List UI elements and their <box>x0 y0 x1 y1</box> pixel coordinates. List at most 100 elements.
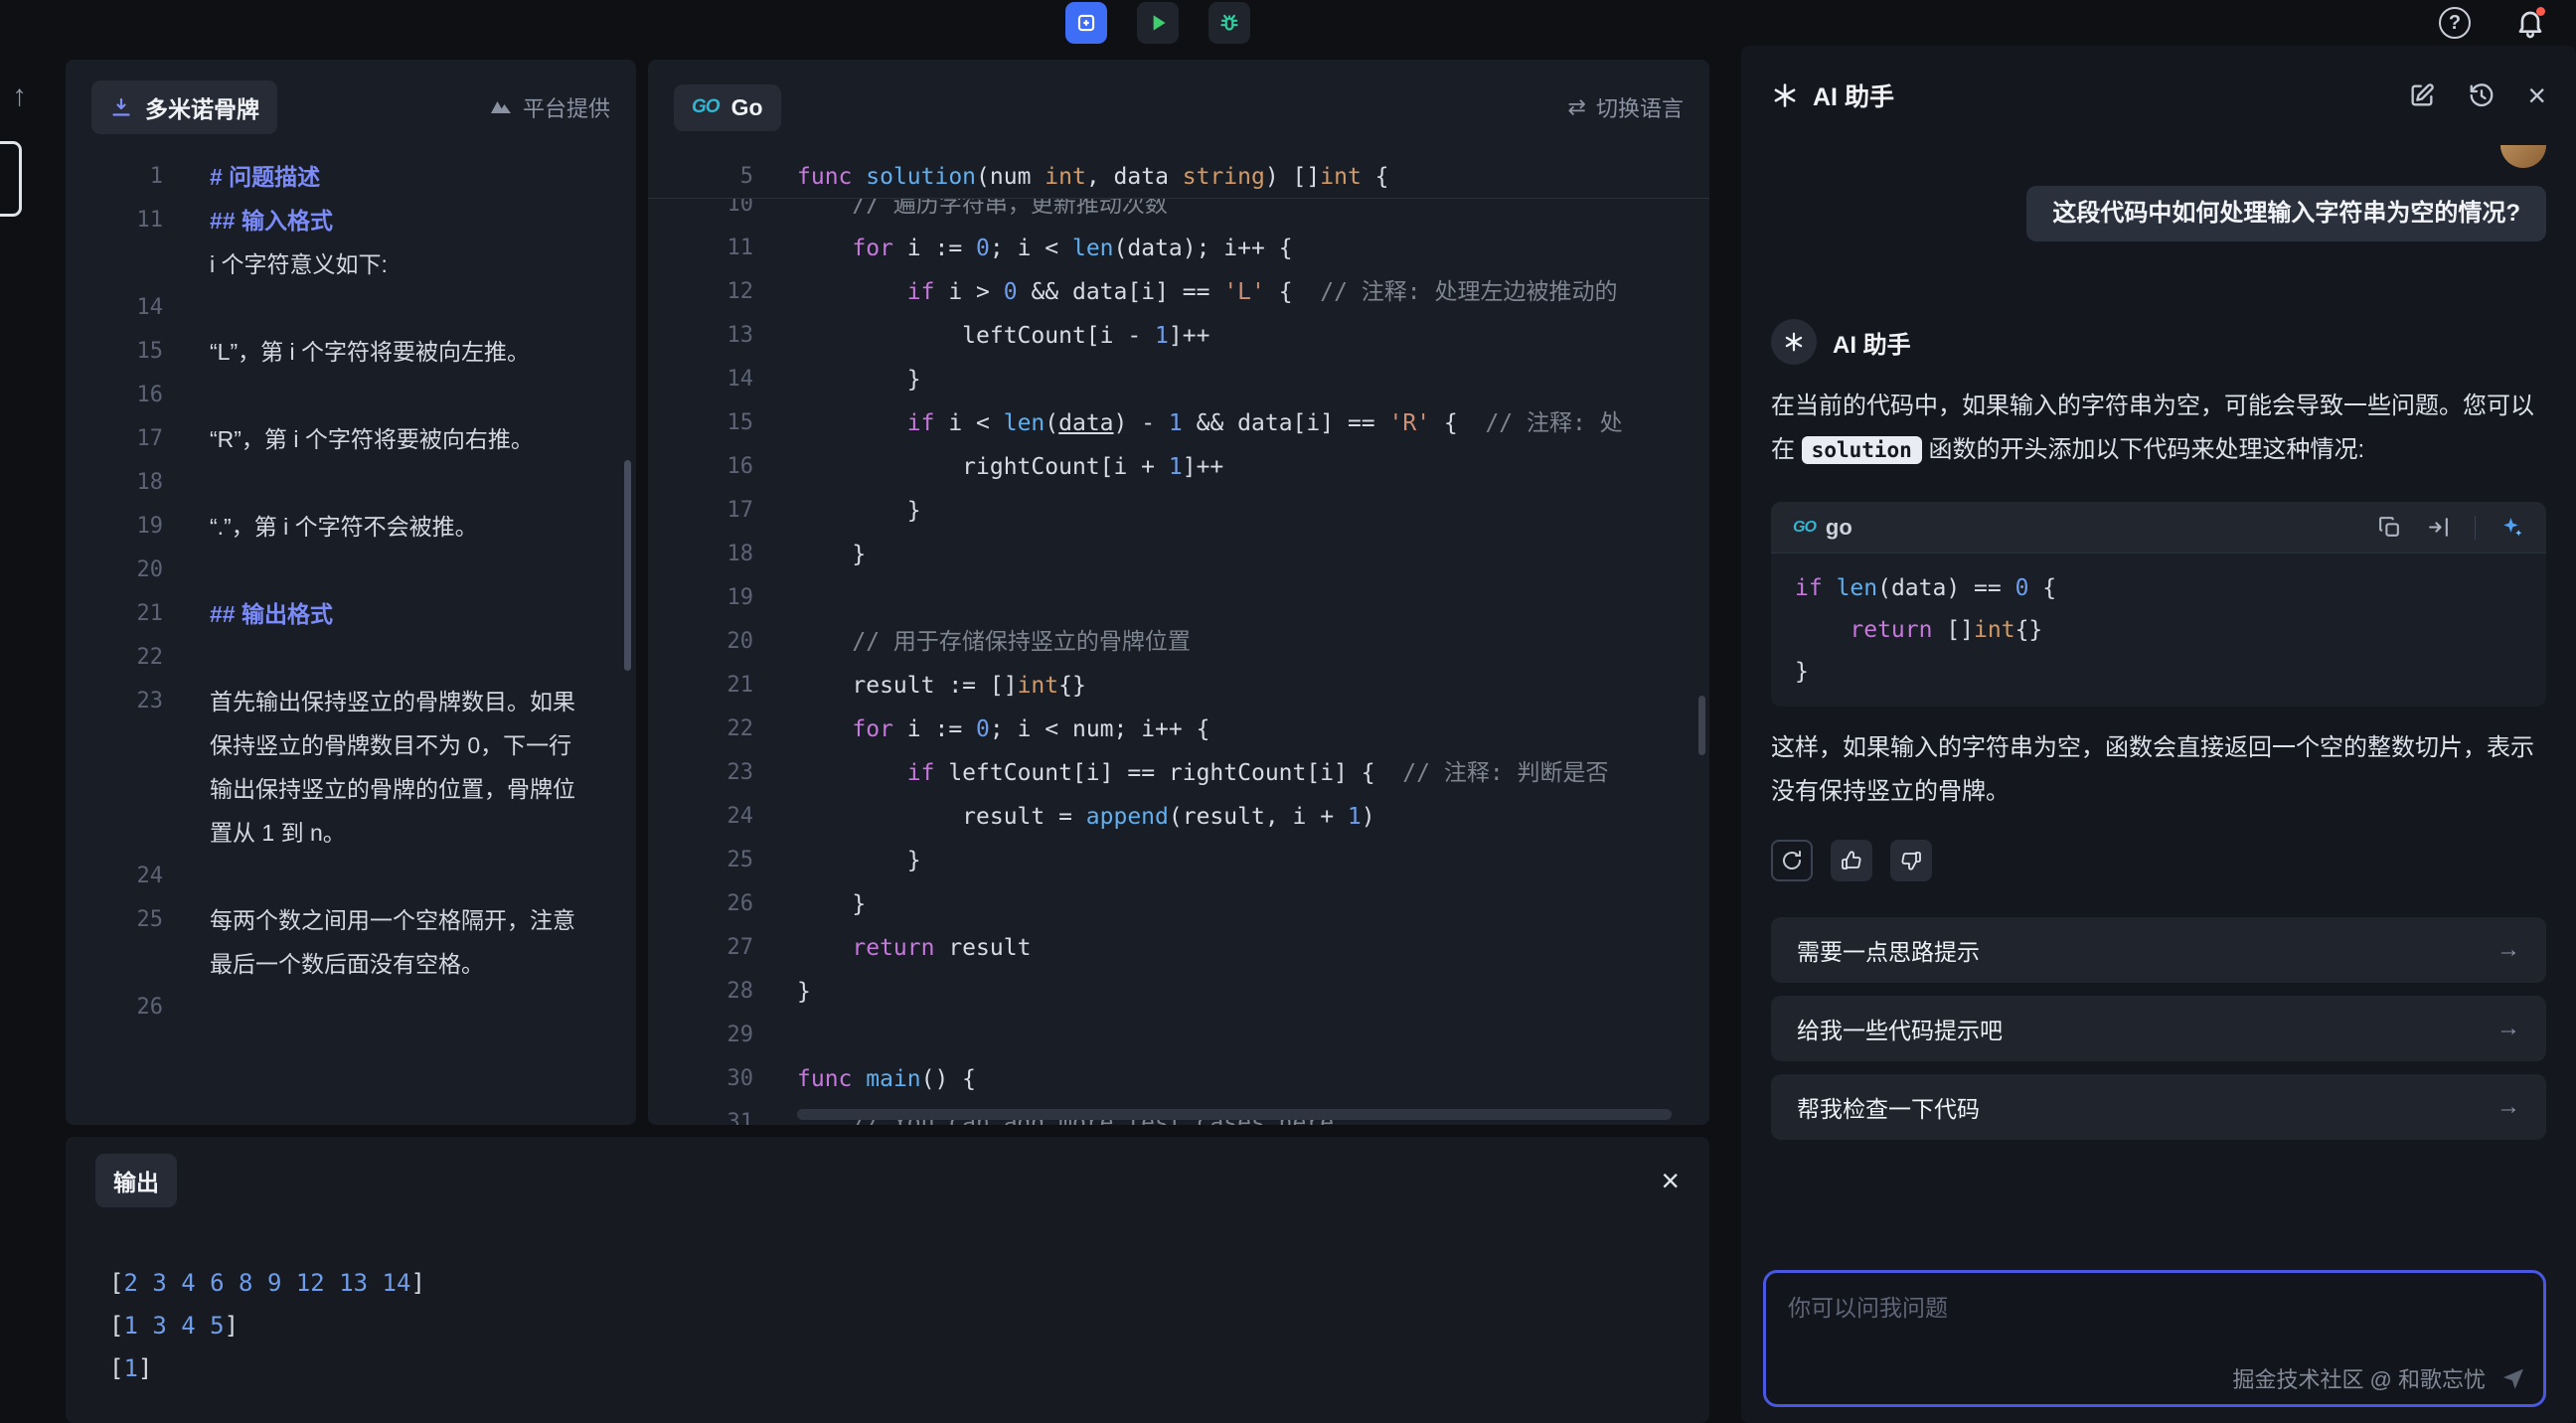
line-number: 26 <box>648 882 753 926</box>
code-token: ( <box>1045 410 1058 436</box>
notifications-icon[interactable] <box>2514 7 2546 39</box>
code-token: i := <box>893 716 976 742</box>
download-icon <box>109 95 133 119</box>
close-ai-icon[interactable]: × <box>2527 79 2546 111</box>
code-line: 11 for i := 0; i < len(data); i++ { <box>648 227 1709 270</box>
line-number: 29 <box>648 1014 753 1057</box>
line-number: 16 <box>66 374 163 417</box>
code-token: (data) == <box>1877 575 2014 601</box>
code-text: if leftCount[i] == rightCount[i] { // 注释… <box>797 751 1609 795</box>
code-token: // 注释: 处 <box>1485 410 1622 436</box>
suggestion-card[interactable]: 给我一些代码提示吧→ <box>1771 996 2546 1061</box>
insert-block-button[interactable] <box>1065 2 1107 44</box>
problem-scrollbar[interactable] <box>624 460 631 671</box>
code-token: int <box>1045 164 1086 190</box>
code-token: ) - <box>1114 410 1169 436</box>
code-token: leftCount[i] == rightCount[i] { <box>934 760 1402 786</box>
line-number: 5 <box>648 155 753 198</box>
suggestion-label: 需要一点思路提示 <box>1797 933 1980 967</box>
code-token: } <box>797 979 811 1005</box>
problem-header: 多米诺骨牌 平台提供 <box>66 60 636 155</box>
code-token: && data[i] == <box>1018 279 1224 305</box>
editor-vertical-scrollbar[interactable] <box>1698 696 1705 755</box>
ai-logo-icon <box>1771 81 1799 109</box>
switch-language-button[interactable]: ⇄ 切换语言 <box>1568 91 1684 123</box>
problem-text: “L”，第 i 个字符将要被向左推。 <box>210 330 579 374</box>
ai-input-box[interactable]: 掘金技术社区 @ 和歌忘忧 <box>1763 1270 2546 1407</box>
thumbs-down-button[interactable] <box>1890 840 1932 881</box>
code-token: [ <box>109 1312 123 1340</box>
code-token: for <box>852 236 893 261</box>
input-footer: 掘金技术社区 @ 和歌忘忧 <box>2232 1362 2527 1394</box>
code-token: ) [] <box>1265 164 1320 190</box>
problem-line: 22 <box>66 636 636 680</box>
code-token: i < <box>934 410 1003 436</box>
problem-text: 每两个数之间用一个空格隔开，注意最后一个数后面没有空格。 <box>210 898 579 986</box>
thumbs-up-button[interactable] <box>1831 840 1872 881</box>
regenerate-button[interactable] <box>1771 840 1813 881</box>
editor-horizontal-scrollbar[interactable] <box>797 1109 1672 1120</box>
problem-text <box>210 374 579 417</box>
line-number: 26 <box>66 986 163 1029</box>
problem-line: 23首先输出保持竖立的骨牌数目。如果保持竖立的骨牌数目不为 0，下一行输出保持竖… <box>66 680 636 855</box>
code-line: 27 return result <box>648 926 1709 970</box>
code-token: 1 <box>1348 804 1362 830</box>
code-text: } <box>797 839 921 882</box>
code-token: rightCount[i + <box>797 454 1169 480</box>
code-text: } <box>797 489 921 533</box>
help-icon[interactable]: ? <box>2439 7 2471 39</box>
message-actions <box>1771 840 2546 881</box>
problem-line: 1# 问题描述 <box>66 155 636 199</box>
send-icon[interactable] <box>2499 1364 2527 1392</box>
output-line: [2 3 4 6 8 9 12 13 14] <box>109 1262 1709 1305</box>
close-output-icon[interactable]: × <box>1661 1165 1680 1196</box>
scroll-up-icon[interactable]: ↑ <box>12 79 27 113</box>
code-token: } <box>797 367 921 393</box>
new-chat-icon[interactable] <box>2408 81 2436 109</box>
code-line: 12 if i > 0 && data[i] == 'L' { // 注释: 处… <box>648 270 1709 314</box>
output-line: [1] <box>109 1347 1709 1390</box>
assistant-name: AI 助手 <box>1833 325 1911 360</box>
problem-title-pill[interactable]: 多米诺骨牌 <box>91 80 277 134</box>
problem-body[interactable]: 1# 问题描述11## 输入格式i 个字符意义如下:1415“L”，第 i 个字… <box>66 155 636 1029</box>
left-strip: ↑ <box>0 46 64 1423</box>
ai-messages[interactable]: 这段代码中如何处理输入字符串为空的情况? AI 助手 在当前的代码中，如果输入的… <box>1741 145 2576 1140</box>
problem-text: i 个字符意义如下: <box>210 242 579 286</box>
run-button[interactable] <box>1137 2 1179 44</box>
ai-header-icons: × <box>2408 79 2546 111</box>
topbar-actions <box>1065 2 1250 44</box>
debug-button[interactable] <box>1208 2 1250 44</box>
code-token: 0 <box>2015 575 2029 601</box>
code-token: ) <box>1362 804 1375 830</box>
code-text: func solution(num int, data string) []in… <box>797 155 1389 198</box>
suggestion-card[interactable]: 需要一点思路提示 → <box>1771 917 2546 983</box>
problem-text: ## 输入格式 <box>210 199 579 242</box>
topbar-right: ? <box>2439 7 2546 39</box>
ai-apply-sparkle-icon[interactable] <box>2499 515 2524 540</box>
line-number: 12 <box>648 270 753 314</box>
suggestion-card[interactable]: 帮我检查一下代码→ <box>1771 1074 2546 1140</box>
problem-text: 首先输出保持竖立的骨牌数目。如果保持竖立的骨牌数目不为 0，下一行输出保持竖立的… <box>210 680 579 855</box>
code-editor[interactable]: 10 // 遍历字符串，更新推动次数11 for i := 0; i < len… <box>648 199 1709 1125</box>
line-number: 28 <box>648 970 753 1014</box>
problem-text: “R”，第 i 个字符将要被向右推。 <box>210 417 579 461</box>
output-header: 输出 × <box>66 1137 1709 1224</box>
ai-input-field[interactable] <box>1766 1273 2543 1344</box>
copy-icon[interactable] <box>2377 515 2402 540</box>
code-token: 1 3 4 5 <box>123 1312 224 1340</box>
history-icon[interactable] <box>2468 81 2496 109</box>
collapsed-sidebar-box[interactable] <box>0 141 22 217</box>
code-line: 10 // 遍历字符串，更新推动次数 <box>648 199 1709 227</box>
code-token: len <box>1837 575 1878 601</box>
insert-code-icon[interactable] <box>2426 515 2451 540</box>
code-token: 0 <box>976 236 990 261</box>
assistant-paragraph: 这样，如果输入的字符串为空，函数会直接返回一个空的整数切片，表示没有保持竖立的骨… <box>1771 726 2546 814</box>
problem-text <box>210 286 579 330</box>
screen: ? ↑ 多米诺骨牌 平台提供 1# <box>0 0 2576 1423</box>
language-pill[interactable]: GO Go <box>674 84 781 131</box>
code-token: (num <box>976 164 1045 190</box>
arrow-right-icon: → <box>2496 936 2520 964</box>
problem-line: i 个字符意义如下: <box>66 242 636 286</box>
line-number: 19 <box>648 576 753 620</box>
code-token: len <box>1004 410 1046 436</box>
